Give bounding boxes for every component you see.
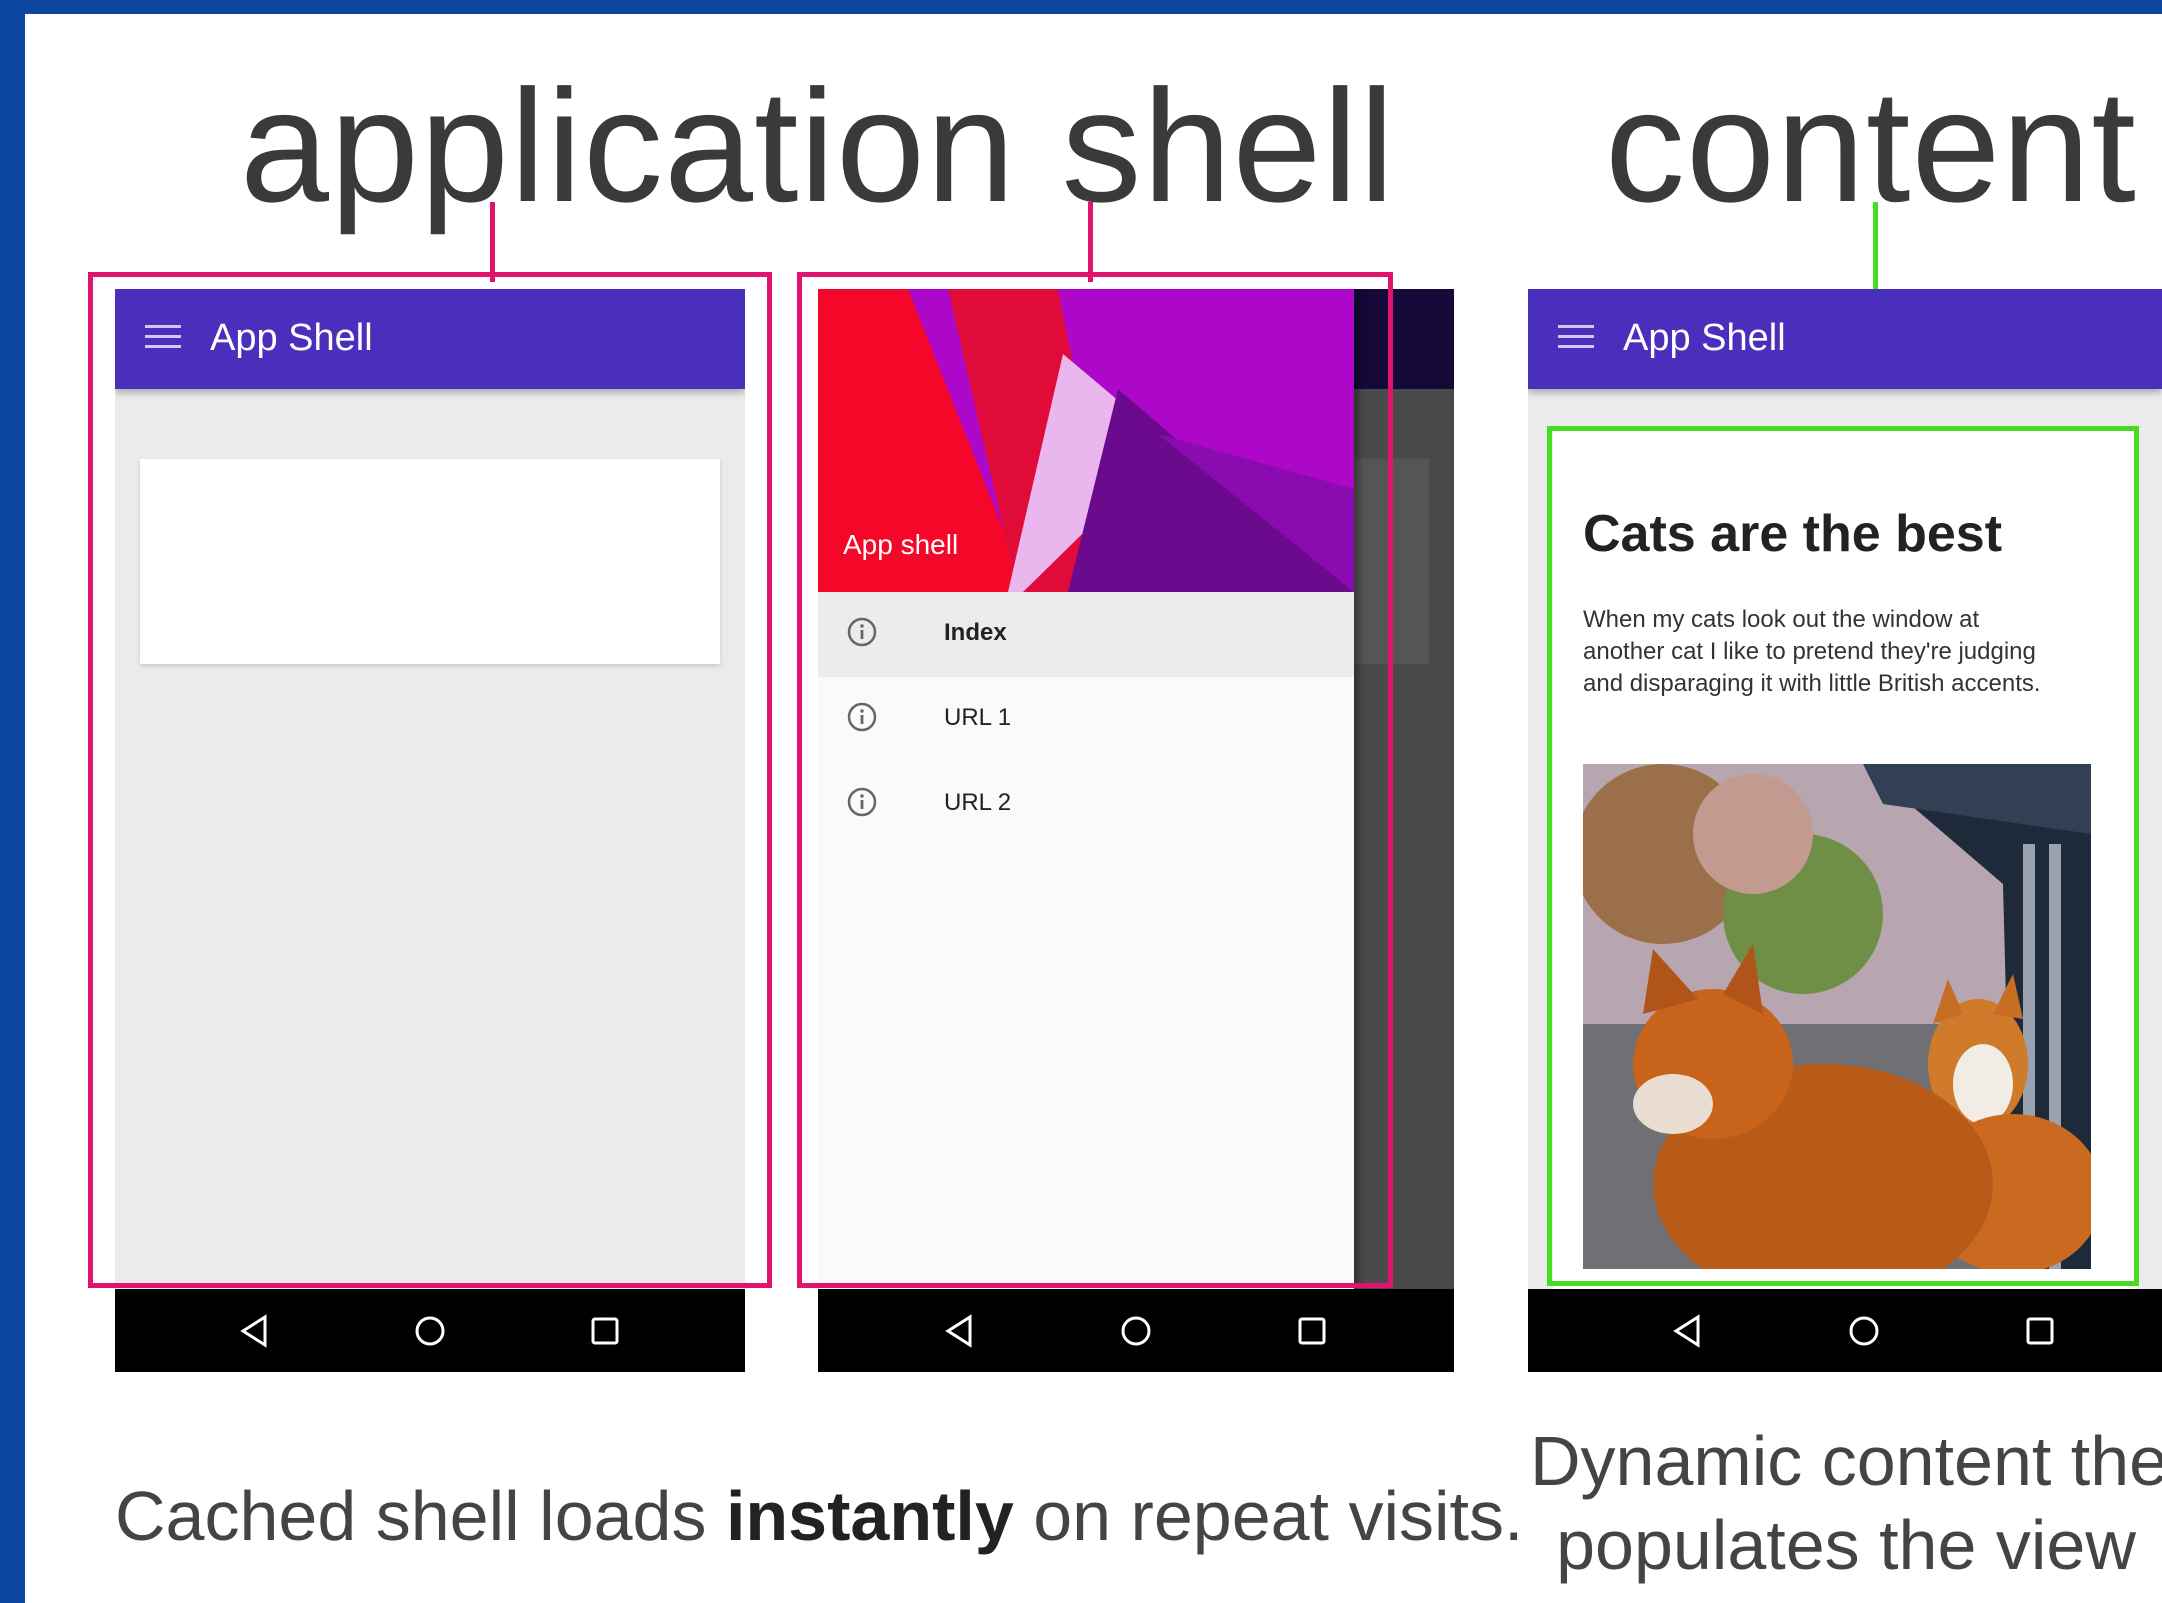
- home-icon[interactable]: [1844, 1311, 1884, 1351]
- caption-left-pre: Cached shell loads: [115, 1477, 726, 1555]
- heading-content: content: [1605, 56, 2137, 235]
- caption-left-post: on repeat visits.: [1013, 1477, 1524, 1555]
- back-icon[interactable]: [1668, 1311, 1708, 1351]
- slide: application shell content App Shell App …: [25, 14, 2162, 1603]
- back-icon[interactable]: [235, 1311, 275, 1351]
- menu-icon[interactable]: [145, 325, 181, 353]
- android-nav-bar-3: [1528, 1289, 2162, 1372]
- app-bar-title: App Shell: [210, 317, 373, 359]
- caption-right-line-1: Dynamic content then: [1530, 1422, 2162, 1500]
- recents-icon[interactable]: [585, 1311, 625, 1351]
- menu-icon[interactable]: [1558, 325, 1594, 353]
- shell-connector-right: [1088, 202, 1093, 282]
- content-outline: [1547, 426, 2139, 1286]
- app-bar: App Shell: [1528, 289, 2162, 389]
- app-bar: App Shell: [115, 289, 745, 389]
- caption-left: Cached shell loads instantly on repeat v…: [115, 1474, 1523, 1558]
- recents-icon[interactable]: [1292, 1311, 1332, 1351]
- caption-left-bold: instantly: [725, 1477, 1014, 1555]
- home-icon[interactable]: [410, 1311, 450, 1351]
- caption-right-line-2: populates the view: [1556, 1506, 2136, 1584]
- app-bar-title: App Shell: [1623, 317, 1786, 359]
- shell-outline-2: [797, 272, 1393, 1288]
- home-icon[interactable]: [1116, 1311, 1156, 1351]
- android-nav-bar-1: [115, 1289, 745, 1372]
- shell-outline-1: [88, 272, 772, 1288]
- back-icon[interactable]: [940, 1311, 980, 1351]
- heading-application-shell: application shell: [240, 56, 1396, 235]
- caption-right: Dynamic content then populates the view: [1530, 1419, 2162, 1587]
- recents-icon[interactable]: [2020, 1311, 2060, 1351]
- android-nav-bar-2: [818, 1289, 1454, 1372]
- shell-connector-left: [490, 202, 495, 282]
